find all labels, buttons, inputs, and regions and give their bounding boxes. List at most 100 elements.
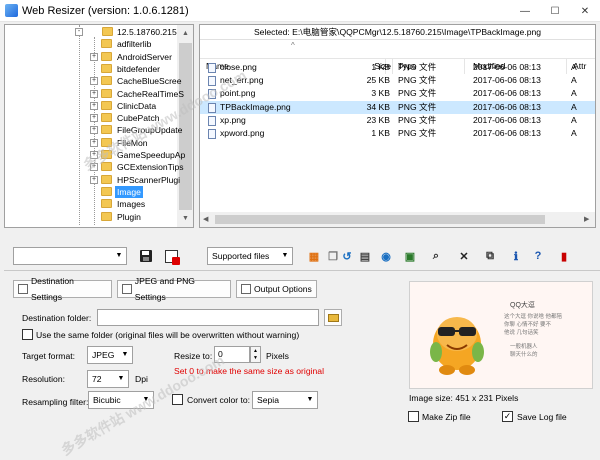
exit-button[interactable]: ▮ bbox=[556, 248, 572, 264]
grid-view-button[interactable]: ▦ bbox=[306, 248, 322, 264]
zoom-button[interactable]: ⌕ bbox=[428, 248, 444, 264]
tab-output-options[interactable]: Output Options bbox=[236, 280, 317, 298]
help-button[interactable]: ? bbox=[530, 248, 546, 264]
scroll-right-icon[interactable]: ▶ bbox=[584, 212, 589, 227]
file-modified: 2017-06-06 08:13 bbox=[473, 88, 541, 99]
expand-icon[interactable]: + bbox=[90, 101, 98, 110]
file-row[interactable]: xp.png 23 KB PNG 文件 2017-06-06 08:13 A bbox=[200, 114, 595, 127]
tree-item[interactable]: Images bbox=[5, 198, 177, 210]
folder-icon bbox=[101, 211, 112, 221]
qq-line-5: 聊天什么的 bbox=[510, 352, 538, 358]
minimize-button[interactable]: — bbox=[510, 0, 540, 22]
folder-icon bbox=[102, 27, 113, 36]
import-icon: ⧉ bbox=[486, 249, 494, 262]
filter-combo[interactable]: Supported files ▼ bbox=[207, 247, 293, 265]
same-folder-checkbox[interactable] bbox=[22, 329, 33, 340]
maximize-button[interactable]: ☐ bbox=[540, 0, 570, 22]
scroll-left-icon[interactable]: ◀ bbox=[203, 212, 208, 227]
import-button[interactable]: ⧉ bbox=[482, 248, 498, 264]
file-row[interactable]: TPBackImage.png 34 KB PNG 文件 2017-06-06 08:… bbox=[200, 100, 595, 114]
expand-icon[interactable]: + bbox=[90, 52, 98, 61]
delete-list-button[interactable] bbox=[163, 248, 180, 265]
tree-item-label: ClinicData bbox=[117, 100, 157, 111]
save-log-checkbox[interactable]: ✓ bbox=[502, 411, 513, 422]
hscroll-thumb[interactable] bbox=[215, 215, 545, 224]
file-modified: 2017-06-06 08:13 bbox=[473, 114, 541, 125]
scroll-down-icon[interactable]: ▼ bbox=[177, 210, 193, 227]
expand-icon[interactable]: + bbox=[90, 89, 98, 98]
expand-icon[interactable]: + bbox=[90, 138, 98, 147]
copy-icon: ❐ bbox=[328, 250, 338, 263]
tree-item[interactable]: - 12.5.18760.215 bbox=[5, 26, 177, 38]
file-list-panel[interactable]: Selected: E:\电脑管家\QQPCMgr\12.5.18760.215… bbox=[199, 24, 596, 228]
file-hscrollbar[interactable]: ◀ ▶ bbox=[200, 212, 595, 227]
remove-icon: ✕ bbox=[459, 250, 469, 263]
file-name: xpword.png bbox=[220, 128, 265, 138]
folder-icon bbox=[101, 113, 112, 123]
file-type: PNG 文件 bbox=[398, 88, 437, 99]
sync-button[interactable]: ↺ bbox=[339, 248, 355, 264]
png-file-icon bbox=[208, 63, 216, 73]
sort-arrow-icon: ^ bbox=[291, 41, 295, 50]
rename-button[interactable]: ▤ bbox=[357, 248, 373, 264]
qq-title: QQ大逗 bbox=[510, 302, 535, 309]
destination-folder-input[interactable] bbox=[97, 309, 319, 326]
target-format-select[interactable]: JPEG ▼ bbox=[87, 346, 133, 364]
tree-item[interactable]: Image bbox=[5, 185, 177, 198]
tab-jpeg-png-settings[interactable]: JPEG and PNG Settings bbox=[117, 276, 231, 302]
file-attr: A bbox=[571, 114, 577, 125]
info-button[interactable]: ℹ bbox=[508, 248, 524, 264]
save-log-label: Save Log file bbox=[517, 412, 567, 422]
tree-item-label: HPScannerPlugi bbox=[117, 174, 181, 185]
file-row[interactable]: point.png 3 KB PNG 文件 2017-06-06 08:13 A bbox=[200, 87, 595, 100]
remove-button[interactable]: ✕ bbox=[456, 248, 472, 264]
tree-item[interactable]: + ClinicData bbox=[5, 100, 177, 112]
tree-item[interactable]: adfilterlib bbox=[5, 38, 177, 50]
file-row[interactable]: xpword.png 1 KB PNG 文件 2017-06-06 08:13 A bbox=[200, 127, 595, 140]
tree-item-label: CacheBlueScree bbox=[117, 76, 182, 87]
convert-color-select[interactable]: Sepia ▼ bbox=[252, 391, 318, 409]
stepper-up-icon[interactable]: ▲ bbox=[251, 347, 260, 355]
image-size-label: Image size: 451 x 231 Pixels bbox=[409, 393, 519, 403]
tab-destination-settings[interactable]: Destination Settings bbox=[13, 276, 112, 302]
save-button[interactable] bbox=[138, 248, 154, 264]
pixels-label: Pixels bbox=[266, 351, 289, 361]
expand-icon[interactable]: + bbox=[90, 77, 98, 86]
file-modified: 2017-06-06 08:13 bbox=[473, 62, 541, 72]
source-combo[interactable]: ▼ bbox=[13, 247, 127, 265]
close-button[interactable]: ✕ bbox=[570, 0, 600, 22]
scroll-up-icon[interactable]: ▲ bbox=[177, 25, 193, 42]
resolution-select[interactable]: 72 ▼ bbox=[87, 370, 129, 388]
collapse-icon[interactable]: - bbox=[75, 28, 83, 36]
expand-icon[interactable]: + bbox=[90, 175, 98, 184]
browse-folder-button[interactable] bbox=[324, 309, 342, 326]
file-size: 1 KB bbox=[371, 128, 390, 138]
tree-item-label: 12.5.18760.215 bbox=[117, 27, 177, 37]
stepper-down-icon[interactable]: ▼ bbox=[251, 355, 260, 362]
tree-item[interactable]: + AndroidServer bbox=[5, 51, 177, 63]
tree-item[interactable]: + HPScannerPlugi bbox=[5, 174, 180, 186]
resampling-label: Resampling filter: bbox=[22, 397, 89, 407]
sync-icon: ↺ bbox=[342, 250, 352, 263]
chevron-down-icon: ▼ bbox=[121, 351, 129, 358]
file-row[interactable]: net_err.png 25 KB PNG 文件 2017-06-06 08:13 A bbox=[200, 74, 595, 87]
grid-view-icon: ▦ bbox=[308, 250, 320, 263]
file-row[interactable]: close.png 1 KB PNG 文件 2017-06-06 08:13 A bbox=[200, 61, 595, 74]
tree-item[interactable]: bitdefender bbox=[5, 63, 177, 75]
image-view-button[interactable]: ▣ bbox=[402, 248, 418, 264]
file-attr: A bbox=[571, 75, 577, 86]
tree-item[interactable]: + CacheBlueScree bbox=[5, 75, 182, 87]
expand-icon[interactable]: + bbox=[90, 126, 98, 135]
tree-item[interactable]: + CacheRealTimeS bbox=[5, 88, 184, 100]
image-preview: QQ大逗 这个大逗 你说啥 他都陪 你聊 心情不好 要不 他说 几句话笑 一般机… bbox=[409, 281, 593, 389]
resize-stepper[interactable]: ▲ ▼ bbox=[250, 346, 261, 363]
expand-icon[interactable]: + bbox=[90, 114, 98, 123]
tree-item[interactable]: Plugin bbox=[5, 211, 177, 223]
file-modified: 2017-06-06 08:13 bbox=[473, 75, 541, 86]
folder-icon bbox=[101, 76, 112, 86]
file-attr: A bbox=[571, 101, 577, 112]
list-view-button[interactable]: ◉ bbox=[378, 248, 394, 264]
dpi-label: Dpi bbox=[135, 374, 148, 384]
make-zip-checkbox[interactable] bbox=[408, 411, 419, 422]
file-list-header: Name ^ Size Type Modified Attr bbox=[200, 41, 595, 74]
